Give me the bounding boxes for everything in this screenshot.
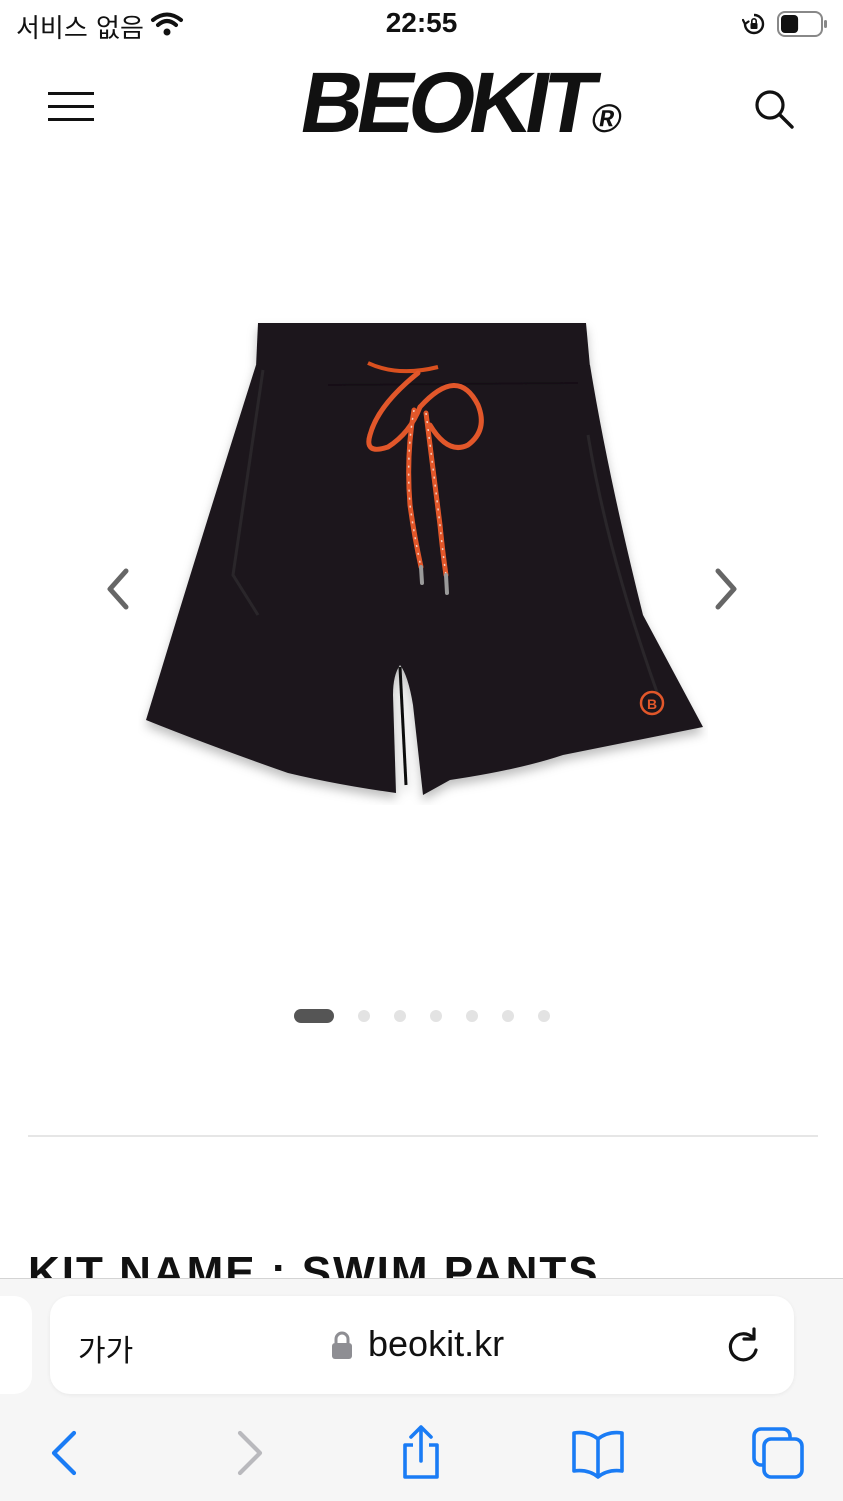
slide-dot[interactable] — [394, 1010, 406, 1022]
text-size-button[interactable]: 가가 — [78, 1326, 133, 1370]
menu-line — [48, 92, 94, 95]
menu-line — [48, 118, 94, 121]
tabs-icon[interactable] — [750, 1425, 806, 1481]
status-time: 22:55 — [385, 7, 458, 38]
product-gallery: B — [0, 300, 843, 820]
address-bar[interactable]: 가가 beokit.kr — [50, 1296, 794, 1394]
lock-icon — [332, 1331, 352, 1359]
rotation-lock-icon — [742, 13, 765, 35]
battery-icon — [777, 11, 827, 37]
slide-dot[interactable] — [538, 1010, 550, 1022]
search-icon[interactable] — [752, 87, 796, 131]
bookmarks-icon[interactable] — [570, 1425, 626, 1481]
slide-dot[interactable] — [358, 1010, 370, 1022]
registered-mark: ® — [588, 97, 626, 141]
site-header: BEOKIT® — [0, 55, 843, 165]
slide-dot[interactable] — [502, 1010, 514, 1022]
brand-logo[interactable]: BEOKIT® — [294, 55, 632, 151]
browser-bottom-bar: 가가 beokit.kr — [0, 1278, 843, 1501]
slide-dot[interactable] — [466, 1010, 478, 1022]
slide-dot[interactable] — [430, 1010, 442, 1022]
share-icon[interactable] — [393, 1425, 449, 1481]
previous-tab-peek[interactable] — [0, 1296, 32, 1394]
back-icon[interactable] — [38, 1425, 94, 1481]
logo-text: BEOKIT — [293, 55, 600, 151]
menu-line — [48, 105, 94, 108]
url-text: beokit.kr — [368, 1323, 505, 1364]
next-slide-arrow-icon[interactable] — [712, 565, 742, 613]
slide-indicator — [0, 1008, 843, 1024]
slide-dot[interactable] — [294, 1009, 334, 1023]
menu-button[interactable] — [48, 92, 94, 126]
product-image-swim-shorts: B — [146, 323, 703, 795]
divider — [28, 1135, 818, 1137]
reload-icon[interactable] — [724, 1326, 762, 1366]
previous-slide-arrow-icon[interactable] — [102, 565, 132, 613]
svg-text:B: B — [647, 696, 657, 712]
forward-icon[interactable] — [220, 1425, 276, 1481]
status-bar: 서비스 없음 22:55 — [0, 0, 843, 50]
